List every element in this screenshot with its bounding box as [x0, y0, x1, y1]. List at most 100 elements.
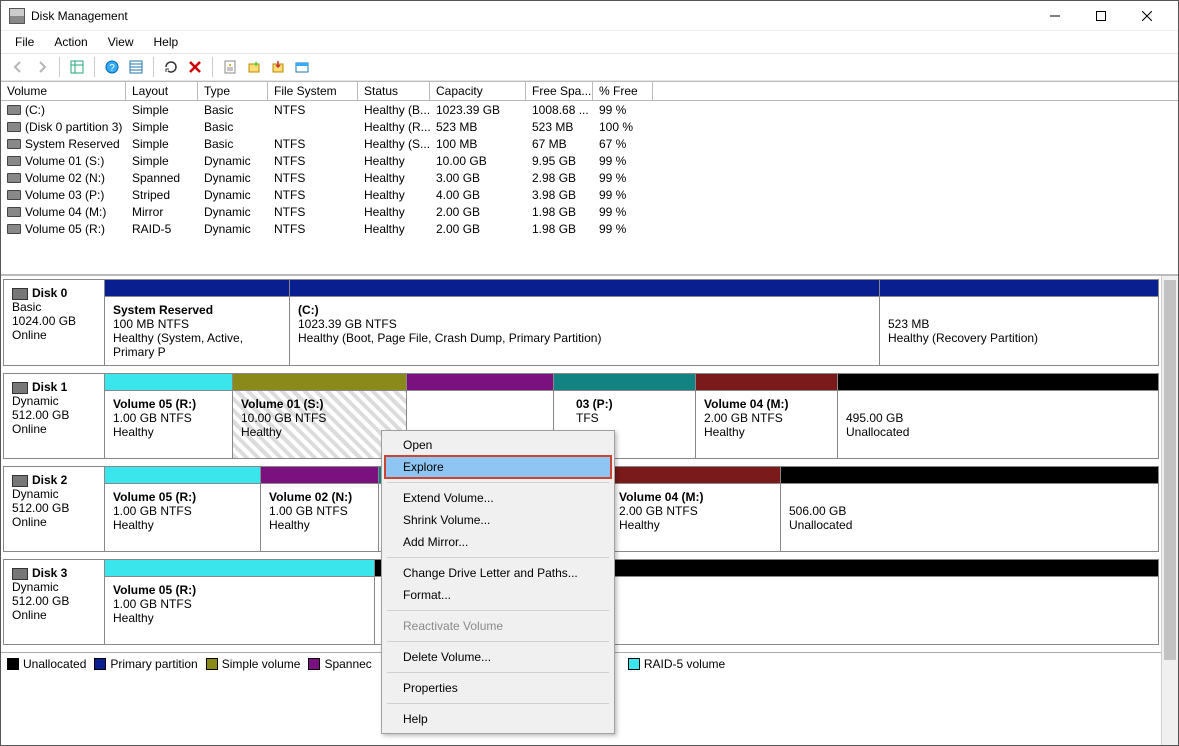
- table-row[interactable]: Volume 04 (M:)MirrorDynamicNTFSHealthy2.…: [1, 203, 1178, 220]
- partition[interactable]: 523 MBHealthy (Recovery Partition): [880, 280, 1158, 365]
- col-free[interactable]: Free Spa...: [526, 82, 593, 100]
- cell-fs: NTFS: [268, 222, 358, 236]
- cell-type: Dynamic: [198, 205, 268, 219]
- col-filesystem[interactable]: File System: [268, 82, 358, 100]
- partition[interactable]: Volume 04 (M:)2.00 GB NTFSHealthy: [696, 374, 838, 458]
- settings-button[interactable]: [125, 56, 147, 78]
- cell-layout: Simple: [126, 120, 198, 134]
- menu-help[interactable]: Help: [144, 33, 189, 51]
- col-volume[interactable]: Volume: [1, 82, 126, 100]
- cell-status: Healthy (S...: [358, 137, 430, 151]
- volume-icon: [7, 139, 21, 149]
- cell-pctfree: 67 %: [593, 137, 653, 151]
- volume-icon: [7, 105, 21, 115]
- partition-unallocated[interactable]: 495.00 GBUnallocated: [838, 374, 1158, 458]
- partition-bar: [838, 374, 1158, 390]
- col-layout[interactable]: Layout: [126, 82, 198, 100]
- partition-sub: 1023.39 GB NTFS: [298, 317, 397, 331]
- partition-bar: [105, 374, 232, 390]
- partition-title: Volume 05 (R:): [113, 583, 196, 597]
- partition[interactable]: Volume 05 (R:)1.00 GB NTFSHealthy: [105, 467, 261, 551]
- table-row[interactable]: Volume 03 (P:)StripedDynamicNTFSHealthy4…: [1, 186, 1178, 203]
- partition[interactable]: Volume 05 (R:)1.00 GB NTFSHealthy: [105, 560, 375, 644]
- ctx-open[interactable]: Open: [385, 434, 611, 456]
- partition[interactable]: Volume 04 (M:)2.00 GB NTFSHealthy: [611, 467, 781, 551]
- disk-name: Disk 0: [32, 286, 67, 300]
- cell-free: 2.98 GB: [526, 171, 593, 185]
- legend-item: Spannec: [308, 657, 371, 671]
- cell-pctfree: 99 %: [593, 103, 653, 117]
- scrollbar-thumb[interactable]: [1164, 280, 1176, 660]
- menu-view[interactable]: View: [98, 33, 144, 51]
- col-capacity[interactable]: Capacity: [430, 82, 526, 100]
- cell-pctfree: 99 %: [593, 154, 653, 168]
- ctx-explore[interactable]: Explore: [385, 456, 611, 478]
- cell-layout: Simple: [126, 137, 198, 151]
- legend-item: RAID-5 volume: [628, 657, 725, 671]
- disk-info[interactable]: Disk 3 Dynamic 512.00 GB Online: [4, 560, 105, 644]
- view-button[interactable]: [66, 56, 88, 78]
- menu-action[interactable]: Action: [44, 33, 97, 51]
- delete-button[interactable]: [184, 56, 206, 78]
- ctx-properties[interactable]: Properties: [385, 677, 611, 699]
- cell-volume: (C:): [25, 103, 45, 117]
- ctx-add-mirror[interactable]: Add Mirror...: [385, 531, 611, 553]
- partition-unallocated[interactable]: 506.00 GBUnallocated: [781, 467, 1158, 551]
- partition-sub: 100 MB NTFS: [113, 317, 189, 331]
- col-status[interactable]: Status: [358, 82, 430, 100]
- properties-button[interactable]: [219, 56, 241, 78]
- wizard-button[interactable]: [291, 56, 313, 78]
- new-button[interactable]: [243, 56, 265, 78]
- ctx-shrink[interactable]: Shrink Volume...: [385, 509, 611, 531]
- partition-health: Unallocated: [846, 425, 909, 439]
- partition-bar: [611, 467, 780, 483]
- vertical-scrollbar[interactable]: [1161, 276, 1178, 745]
- disk-info[interactable]: Disk 0 Basic 1024.00 GB Online: [4, 280, 105, 365]
- cell-capacity: 1023.39 GB: [430, 103, 526, 117]
- partition-health: Healthy: [704, 425, 745, 439]
- table-row[interactable]: Volume 02 (N:)SpannedDynamicNTFSHealthy3…: [1, 169, 1178, 186]
- table-row[interactable]: (Disk 0 partition 3)SimpleBasicHealthy (…: [1, 118, 1178, 135]
- ctx-format[interactable]: Format...: [385, 584, 611, 606]
- partition-sub: 2.00 GB NTFS: [704, 411, 783, 425]
- close-button[interactable]: [1124, 1, 1170, 31]
- ctx-drive-letter[interactable]: Change Drive Letter and Paths...: [385, 562, 611, 584]
- disk-info[interactable]: Disk 1 Dynamic 512.00 GB Online: [4, 374, 105, 458]
- partition-bar: [880, 280, 1158, 296]
- minimize-button[interactable]: [1032, 1, 1078, 31]
- cell-volume: Volume 03 (P:): [25, 188, 104, 202]
- partition-health: Unallocated: [789, 518, 852, 532]
- menu-file[interactable]: File: [5, 33, 44, 51]
- help-button[interactable]: ?: [101, 56, 123, 78]
- cell-pctfree: 100 %: [593, 120, 653, 134]
- partition-title: System Reserved: [113, 303, 213, 317]
- import-button[interactable]: [267, 56, 289, 78]
- back-button[interactable]: [7, 56, 29, 78]
- partition-health: Healthy (Boot, Page File, Crash Dump, Pr…: [298, 331, 601, 345]
- partition-title: Volume 01 (S:): [241, 397, 323, 411]
- col-pctfree[interactable]: % Free: [593, 82, 653, 100]
- ctx-delete[interactable]: Delete Volume...: [385, 646, 611, 668]
- partition[interactable]: (C:)1023.39 GB NTFSHealthy (Boot, Page F…: [290, 280, 880, 365]
- partition-title: (C:): [298, 303, 319, 317]
- partition[interactable]: Volume 05 (R:)1.00 GB NTFSHealthy: [105, 374, 233, 458]
- partition-sub: 1.00 GB NTFS: [113, 504, 192, 518]
- col-type[interactable]: Type: [198, 82, 268, 100]
- cell-fs: NTFS: [268, 205, 358, 219]
- cell-pctfree: 99 %: [593, 205, 653, 219]
- table-row[interactable]: Volume 05 (R:)RAID-5DynamicNTFSHealthy2.…: [1, 220, 1178, 237]
- partition[interactable]: System Reserved100 MB NTFSHealthy (Syste…: [105, 280, 290, 365]
- ctx-help[interactable]: Help: [385, 708, 611, 730]
- table-row[interactable]: (C:)SimpleBasicNTFSHealthy (B...1023.39 …: [1, 101, 1178, 118]
- disk-info[interactable]: Disk 2 Dynamic 512.00 GB Online: [4, 467, 105, 551]
- partition[interactable]: Volume 02 (N:)1.00 GB NTFSHealthy: [261, 467, 379, 551]
- refresh-button[interactable]: [160, 56, 182, 78]
- table-row[interactable]: System ReservedSimpleBasicNTFSHealthy (S…: [1, 135, 1178, 152]
- cell-capacity: 4.00 GB: [430, 188, 526, 202]
- maximize-button[interactable]: [1078, 1, 1124, 31]
- legend-item: Simple volume: [206, 657, 301, 671]
- table-row[interactable]: Volume 01 (S:)SimpleDynamicNTFSHealthy10…: [1, 152, 1178, 169]
- forward-button[interactable]: [31, 56, 53, 78]
- ctx-extend[interactable]: Extend Volume...: [385, 487, 611, 509]
- cell-capacity: 100 MB: [430, 137, 526, 151]
